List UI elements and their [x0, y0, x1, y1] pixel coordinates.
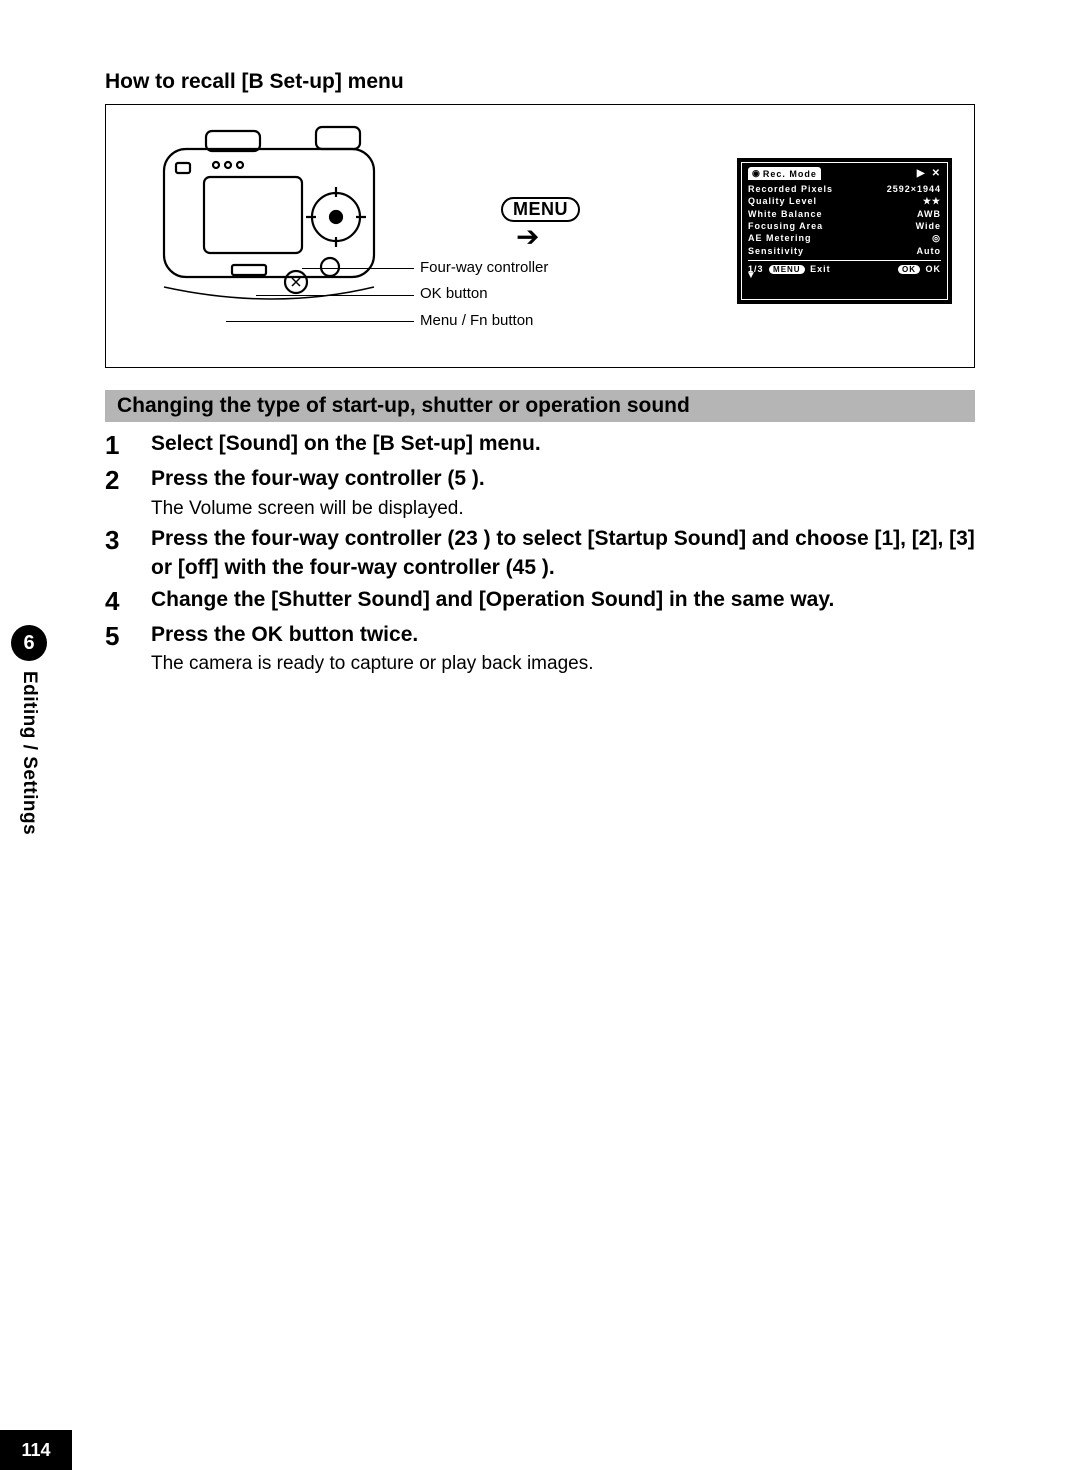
lcd-row: Sensitivity Auto — [748, 246, 941, 256]
menu-button-label: MENU — [501, 197, 580, 222]
lcd-screen: ◉ Rec. Mode ▶ ✕ Recorded Pixels 2592×1944… — [737, 158, 952, 304]
lcd-page-exit: 1/3 MENU Exit — [748, 264, 831, 274]
label-menu-fn: Menu / Fn button — [420, 312, 533, 329]
step-title: Press the four-way controller (23 ) to s… — [151, 525, 975, 582]
step-title: Press the four-way controller (5 ). — [151, 465, 975, 493]
setup-tab-icon: ✕ — [932, 168, 941, 179]
chapter-number-badge: 6 — [11, 625, 47, 661]
lcd-row: Recorded Pixels 2592×1944 — [748, 184, 941, 194]
lcd-row: AE Metering ◎ — [748, 233, 941, 244]
scroll-down-icon: ▼ — [746, 270, 757, 281]
lcd-row-value: Auto — [917, 246, 942, 256]
lcd-title: Rec. Mode — [763, 169, 817, 179]
lcd-row-value: Wide — [916, 221, 941, 231]
lcd-row-label: Focusing Area — [748, 221, 823, 231]
step-number: 5 — [105, 621, 131, 677]
lcd-row-label: Quality Level — [748, 196, 817, 207]
leader-line-ok — [256, 295, 414, 296]
leader-line-fourway — [302, 268, 414, 269]
step-description: The Volume screen will be displayed. — [151, 496, 975, 522]
step-body: Press the OK button twice.The camera is … — [151, 621, 975, 677]
step: 4 Change the [Shutter Sound] and [Operati… — [105, 586, 975, 617]
step-body: Press the four-way controller (5 ). The V… — [151, 465, 975, 521]
lcd-row-label: AE Metering — [748, 233, 812, 244]
step-description: The camera is ready to capture or play b… — [151, 651, 975, 677]
ok-pill-icon: OK — [898, 265, 920, 274]
step: 2 Press the four-way controller (5 ). The … — [105, 465, 975, 521]
lcd-row-label: Sensitivity — [748, 246, 804, 256]
play-tab-icon: ▶ — [917, 168, 926, 179]
step: 3 Press the four-way controller (23 ) to … — [105, 525, 975, 582]
lcd-row-value: ★★ — [923, 196, 941, 207]
step: 5 Press the OK button twice.The camera is… — [105, 621, 975, 677]
section-title-bar: Changing the type of start-up, shutter o… — [105, 390, 975, 422]
chapter-sidebar: 6 Editing / Settings — [0, 625, 58, 945]
step-body: Select [Sound] on the [B Set-up] menu. — [151, 430, 975, 461]
lcd-row-value: 2592×1944 — [887, 184, 941, 194]
lcd-ok: OK OK — [896, 264, 941, 274]
arrow-right-icon: ➔ — [516, 223, 539, 251]
step-title: Change the [Shutter Sound] and [Operatio… — [151, 586, 975, 614]
diagram-box: MENU ➔ Four-way controller OK button Men… — [105, 104, 975, 368]
step-number: 4 — [105, 586, 131, 617]
lcd-row-label: Recorded Pixels — [748, 184, 833, 194]
lcd-row-value: AWB — [917, 209, 941, 219]
step-body: Change the [Shutter Sound] and [Operatio… — [151, 586, 975, 617]
steps-list: 1 Select [Sound] on the [B Set-up] menu. 2… — [105, 430, 975, 677]
lcd-tab-camera: ◉ Rec. Mode — [748, 167, 821, 180]
chapter-label: Editing / Settings — [18, 671, 40, 835]
menu-pill-icon: MENU — [769, 265, 805, 274]
lcd-row: Focusing Area Wide — [748, 221, 941, 231]
step-number: 2 — [105, 465, 131, 521]
step-body: Press the four-way controller (23 ) to s… — [151, 525, 975, 582]
leader-line-menu-fn — [226, 321, 414, 322]
lcd-row-value: ◎ — [932, 233, 941, 244]
step-number: 1 — [105, 430, 131, 461]
lcd-row-label: White Balance — [748, 209, 823, 219]
lcd-row: White Balance AWB — [748, 209, 941, 219]
camera-illustration — [146, 117, 396, 317]
label-fourway: Four-way controller — [420, 259, 548, 276]
step: 1 Select [Sound] on the [B Set-up] menu. — [105, 430, 975, 461]
lcd-row: Quality Level ★★ — [748, 196, 941, 207]
heading-recall-menu: How to recall [B Set-up] menu — [105, 70, 975, 94]
camera-icon: ◉ — [752, 168, 761, 179]
page-number: 114 — [0, 1430, 72, 1470]
step-title: Press the OK button twice. — [151, 621, 975, 649]
step-number: 3 — [105, 525, 131, 582]
step-title: Select [Sound] on the [B Set-up] menu. — [151, 430, 975, 458]
label-ok-button: OK button — [420, 285, 488, 302]
